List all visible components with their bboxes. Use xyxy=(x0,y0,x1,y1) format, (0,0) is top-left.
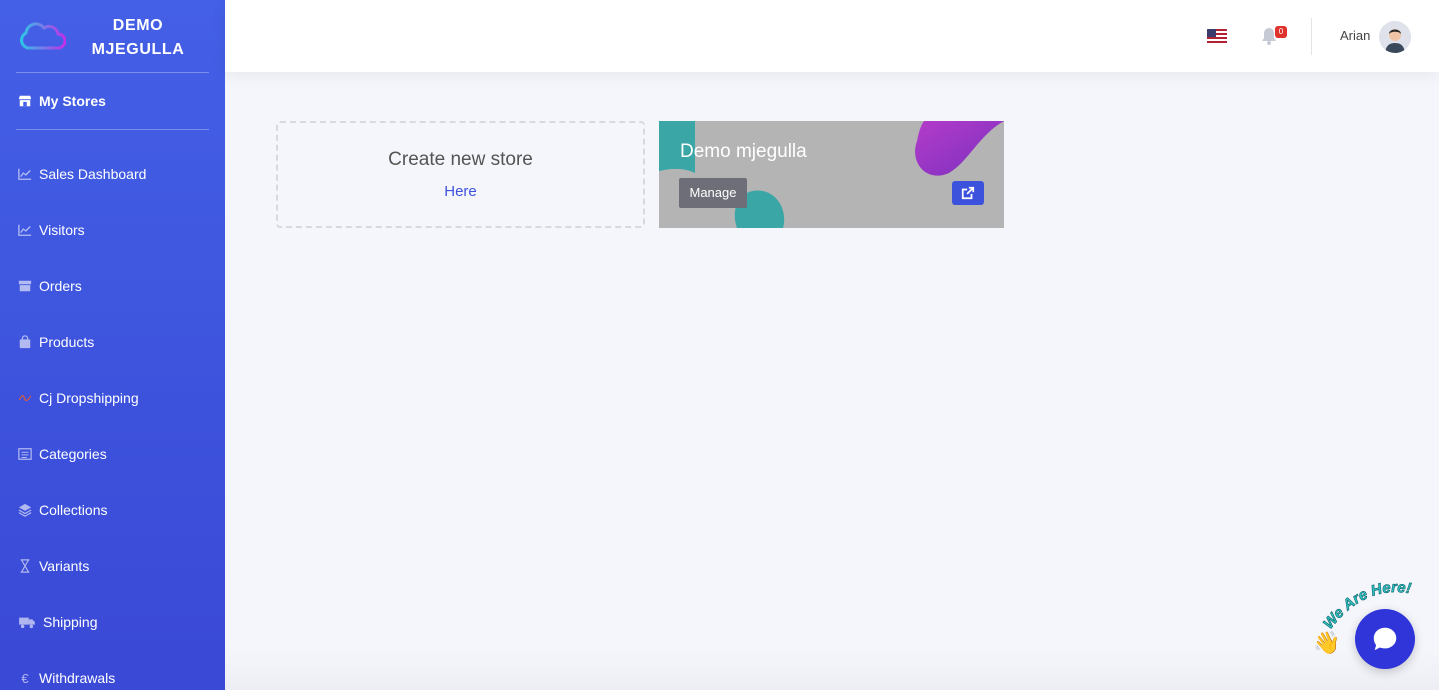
user-name[interactable]: Arian xyxy=(1340,28,1370,43)
chat-button[interactable] xyxy=(1355,609,1415,669)
sidebar-item-my-stores[interactable]: My Stores xyxy=(0,84,225,118)
store-card: Demo mjegulla Manage xyxy=(659,121,1004,228)
sidebar-item-shipping[interactable]: Shipping xyxy=(0,605,225,639)
sidebar-item-sales-dashboard[interactable]: Sales Dashboard xyxy=(0,157,225,191)
card-decoration xyxy=(659,121,1004,228)
header-divider xyxy=(1311,18,1312,55)
sidebar-item-visitors[interactable]: Visitors xyxy=(0,213,225,247)
bottom-fade xyxy=(225,650,1439,690)
euro-icon: € xyxy=(21,670,29,686)
open-store-button[interactable] xyxy=(952,181,984,205)
waving-hand-icon: 👋 xyxy=(1313,630,1341,655)
brand[interactable]: DEMO MJEGULLA xyxy=(0,0,225,72)
sidebar-item-collections[interactable]: Collections xyxy=(0,493,225,527)
sidebar-item-products[interactable]: Products xyxy=(0,325,225,359)
truck-icon xyxy=(17,614,37,630)
cj-logo-icon xyxy=(17,390,33,406)
sidebar-item-categories[interactable]: Categories xyxy=(0,437,225,471)
sidebar: DEMO MJEGULLA My Stores Sales Dashboard … xyxy=(0,0,225,690)
box-icon xyxy=(17,278,33,294)
chat-bubble-icon xyxy=(1373,627,1397,651)
create-store-card[interactable]: Create new store Here xyxy=(276,121,645,228)
avatar[interactable] xyxy=(1379,21,1411,53)
create-store-title: Create new store xyxy=(388,149,533,170)
app-root: DEMO MJEGULLA My Stores Sales Dashboard … xyxy=(0,0,1439,690)
external-link-icon xyxy=(961,186,975,200)
store-title: Demo mjegulla xyxy=(680,141,807,162)
notification-badge: 0 xyxy=(1275,26,1287,38)
hourglass-icon xyxy=(17,558,33,574)
sidebar-divider xyxy=(16,72,209,73)
top-header: 0 Arian xyxy=(225,0,1439,72)
brand-name: DEMO MJEGULLA xyxy=(91,17,185,58)
sidebar-item-withdrawals[interactable]: € Withdrawals xyxy=(0,661,225,690)
us-flag-icon[interactable] xyxy=(1207,29,1227,45)
sidebar-item-orders[interactable]: Orders xyxy=(0,269,225,303)
create-store-link[interactable]: Here xyxy=(278,183,643,200)
sidebar-item-cj-dropshipping[interactable]: Cj Dropshipping xyxy=(0,381,225,415)
bag-icon xyxy=(17,334,33,350)
sidebar-divider xyxy=(16,129,209,130)
layers-icon xyxy=(17,502,33,518)
chart-line-icon xyxy=(17,166,33,182)
sidebar-item-variants[interactable]: Variants xyxy=(0,549,225,583)
cloud-logo-icon xyxy=(20,22,66,50)
list-icon xyxy=(17,446,33,462)
store-icon xyxy=(17,93,33,109)
chart-line-icon xyxy=(17,222,33,238)
manage-button[interactable]: Manage xyxy=(679,178,747,208)
